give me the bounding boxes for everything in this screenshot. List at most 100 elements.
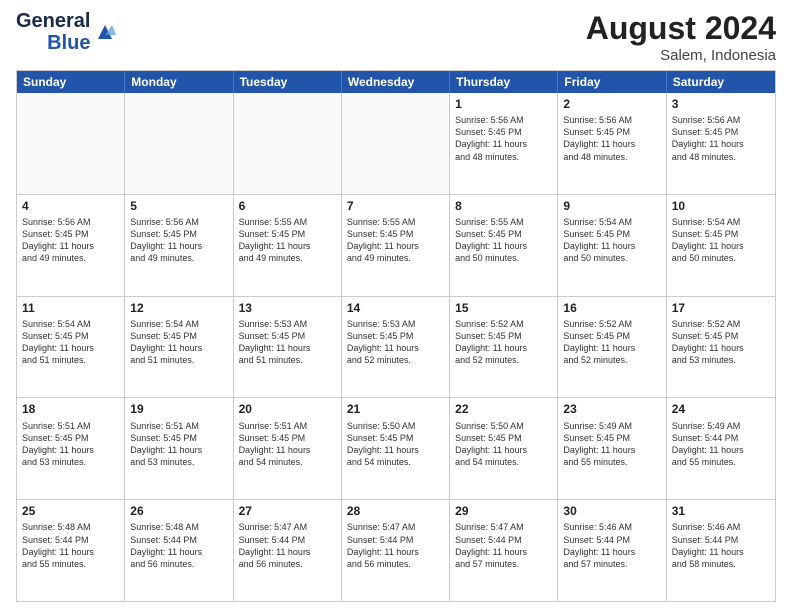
day-number: 31 [672,503,770,519]
header-day-sunday: Sunday [17,71,125,93]
page: General Blue August 2024 Salem, Indonesi… [0,0,792,612]
day-number: 22 [455,401,552,417]
calendar-cell-4-6: 31 Sunrise: 5:46 AM Sunset: 5:44 PM Dayli… [667,500,775,601]
day-number: 10 [672,198,770,214]
header: General Blue August 2024 Salem, Indonesi… [16,10,776,64]
calendar-cell-2-2: 13Sunrise: 5:53 AM Sunset: 5:45 PM Dayli… [234,297,342,398]
day-number: 17 [672,300,770,316]
day-number: 23 [563,401,660,417]
calendar-cell-0-5: 2 Sunrise: 5:56 AM Sunset: 5:45 PM Daylig… [558,93,666,194]
logo: General Blue [16,10,116,54]
calendar-row-3: 18 Sunrise: 5:51 AM Sunset: 5:45 PM Dayli… [17,397,775,499]
day-number: 12 [130,300,227,316]
day-number: 27 [239,503,336,519]
calendar-cell-3-1: 19 Sunrise: 5:51 AM Sunset: 5:45 PM Dayli… [125,398,233,499]
location: Salem, Indonesia [586,47,776,64]
cell-info: Sunrise: 5:54 AM Sunset: 5:45 PM Dayligh… [563,216,660,265]
calendar: SundayMondayTuesdayWednesdayThursdayFrid… [16,70,776,602]
header-day-tuesday: Tuesday [234,71,342,93]
calendar-cell-2-5: 16Sunrise: 5:52 AM Sunset: 5:45 PM Dayli… [558,297,666,398]
day-number: 4 [22,198,119,214]
cell-info: Sunrise: 5:51 AM Sunset: 5:45 PM Dayligh… [239,420,336,469]
calendar-cell-4-2: 27 Sunrise: 5:47 AM Sunset: 5:44 PM Dayli… [234,500,342,601]
header-day-monday: Monday [125,71,233,93]
cell-info: Sunrise: 5:52 AM Sunset: 5:45 PM Dayligh… [455,318,552,367]
day-number: 2 [563,96,660,112]
cell-info: Sunrise: 5:50 AM Sunset: 5:45 PM Dayligh… [455,420,552,469]
day-number: 1 [455,96,552,112]
calendar-body: 1 Sunrise: 5:56 AM Sunset: 5:45 PM Daylig… [17,93,775,601]
calendar-cell-1-5: 9 Sunrise: 5:54 AM Sunset: 5:45 PM Daylig… [558,195,666,296]
cell-info: Sunrise: 5:55 AM Sunset: 5:45 PM Dayligh… [239,216,336,265]
day-number: 14 [347,300,444,316]
calendar-cell-0-3 [342,93,450,194]
cell-info: Sunrise: 5:51 AM Sunset: 5:45 PM Dayligh… [22,420,119,469]
cell-info: Sunrise: 5:46 AM Sunset: 5:44 PM Dayligh… [672,521,770,570]
calendar-row-2: 11Sunrise: 5:54 AM Sunset: 5:45 PM Dayli… [17,296,775,398]
calendar-row-0: 1 Sunrise: 5:56 AM Sunset: 5:45 PM Daylig… [17,93,775,194]
calendar-cell-2-1: 12 Sunrise: 5:54 AM Sunset: 5:45 PM Dayli… [125,297,233,398]
cell-info: Sunrise: 5:54 AM Sunset: 5:45 PM Dayligh… [22,318,119,367]
logo-general: General [16,10,90,32]
cell-info: Sunrise: 5:53 AM Sunset: 5:45 PM Dayligh… [239,318,336,367]
calendar-cell-4-5: 30 Sunrise: 5:46 AM Sunset: 5:44 PM Dayli… [558,500,666,601]
cell-info: Sunrise: 5:56 AM Sunset: 5:45 PM Dayligh… [563,114,660,163]
cell-info: Sunrise: 5:46 AM Sunset: 5:44 PM Dayligh… [563,521,660,570]
day-number: 28 [347,503,444,519]
calendar-cell-4-1: 26 Sunrise: 5:48 AM Sunset: 5:44 PM Dayli… [125,500,233,601]
calendar-cell-3-5: 23 Sunrise: 5:49 AM Sunset: 5:45 PM Dayli… [558,398,666,499]
calendar-cell-0-6: 3Sunrise: 5:56 AM Sunset: 5:45 PM Daylig… [667,93,775,194]
day-number: 20 [239,401,336,417]
calendar-cell-3-3: 21 Sunrise: 5:50 AM Sunset: 5:45 PM Dayli… [342,398,450,499]
day-number: 29 [455,503,552,519]
cell-info: Sunrise: 5:49 AM Sunset: 5:45 PM Dayligh… [563,420,660,469]
cell-info: Sunrise: 5:55 AM Sunset: 5:45 PM Dayligh… [455,216,552,265]
cell-info: Sunrise: 5:50 AM Sunset: 5:45 PM Dayligh… [347,420,444,469]
calendar-cell-2-3: 14 Sunrise: 5:53 AM Sunset: 5:45 PM Dayli… [342,297,450,398]
calendar-cell-1-3: 7Sunrise: 5:55 AM Sunset: 5:45 PM Daylig… [342,195,450,296]
cell-info: Sunrise: 5:48 AM Sunset: 5:44 PM Dayligh… [130,521,227,570]
day-number: 9 [563,198,660,214]
calendar-cell-3-0: 18 Sunrise: 5:51 AM Sunset: 5:45 PM Dayli… [17,398,125,499]
day-number: 5 [130,198,227,214]
day-number: 18 [22,401,119,417]
logo-icon [94,21,116,43]
calendar-cell-2-6: 17 Sunrise: 5:52 AM Sunset: 5:45 PM Dayli… [667,297,775,398]
calendar-cell-4-0: 25Sunrise: 5:48 AM Sunset: 5:44 PM Dayli… [17,500,125,601]
day-number: 24 [672,401,770,417]
calendar-cell-3-2: 20 Sunrise: 5:51 AM Sunset: 5:45 PM Dayli… [234,398,342,499]
calendar-cell-0-4: 1 Sunrise: 5:56 AM Sunset: 5:45 PM Daylig… [450,93,558,194]
day-number: 30 [563,503,660,519]
day-number: 8 [455,198,552,214]
month-title: August 2024 [586,10,776,47]
logo-blue: Blue [47,32,90,54]
cell-info: Sunrise: 5:48 AM Sunset: 5:44 PM Dayligh… [22,521,119,570]
title-block: August 2024 Salem, Indonesia [586,10,776,64]
cell-info: Sunrise: 5:54 AM Sunset: 5:45 PM Dayligh… [130,318,227,367]
calendar-cell-0-0 [17,93,125,194]
calendar-cell-3-4: 22 Sunrise: 5:50 AM Sunset: 5:45 PM Dayli… [450,398,558,499]
day-number: 7 [347,198,444,214]
header-day-thursday: Thursday [450,71,558,93]
cell-info: Sunrise: 5:54 AM Sunset: 5:45 PM Dayligh… [672,216,770,265]
day-number: 21 [347,401,444,417]
header-day-wednesday: Wednesday [342,71,450,93]
calendar-header: SundayMondayTuesdayWednesdayThursdayFrid… [17,71,775,93]
calendar-cell-1-4: 8 Sunrise: 5:55 AM Sunset: 5:45 PM Daylig… [450,195,558,296]
cell-info: Sunrise: 5:53 AM Sunset: 5:45 PM Dayligh… [347,318,444,367]
calendar-cell-2-4: 15Sunrise: 5:52 AM Sunset: 5:45 PM Dayli… [450,297,558,398]
cell-info: Sunrise: 5:47 AM Sunset: 5:44 PM Dayligh… [239,521,336,570]
calendar-cell-0-1 [125,93,233,194]
calendar-row-1: 4 Sunrise: 5:56 AM Sunset: 5:45 PM Daylig… [17,194,775,296]
day-number: 19 [130,401,227,417]
cell-info: Sunrise: 5:56 AM Sunset: 5:45 PM Dayligh… [130,216,227,265]
day-number: 3 [672,96,770,112]
calendar-cell-1-2: 6Sunrise: 5:55 AM Sunset: 5:45 PM Daylig… [234,195,342,296]
calendar-cell-1-6: 10 Sunrise: 5:54 AM Sunset: 5:45 PM Dayli… [667,195,775,296]
calendar-cell-1-1: 5 Sunrise: 5:56 AM Sunset: 5:45 PM Daylig… [125,195,233,296]
cell-info: Sunrise: 5:51 AM Sunset: 5:45 PM Dayligh… [130,420,227,469]
day-number: 16 [563,300,660,316]
cell-info: Sunrise: 5:56 AM Sunset: 5:45 PM Dayligh… [455,114,552,163]
day-number: 26 [130,503,227,519]
cell-info: Sunrise: 5:52 AM Sunset: 5:45 PM Dayligh… [672,318,770,367]
